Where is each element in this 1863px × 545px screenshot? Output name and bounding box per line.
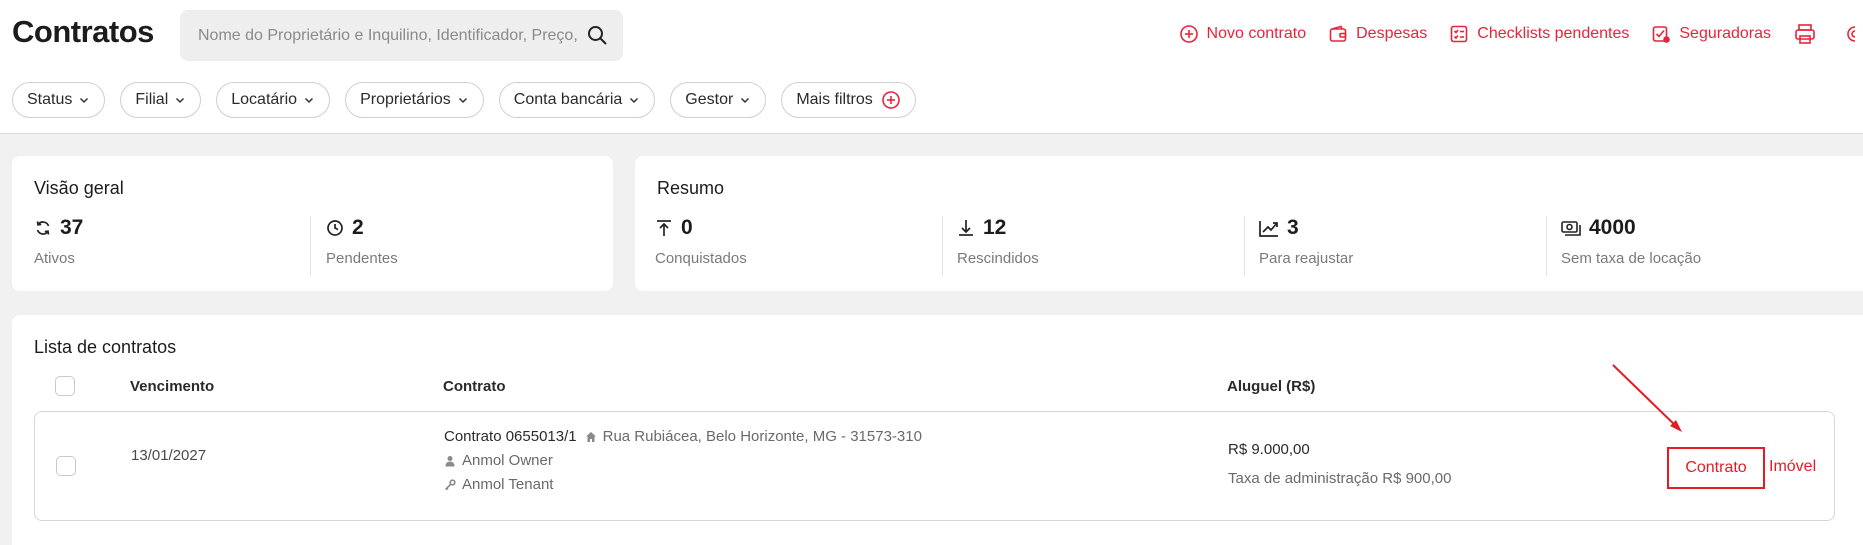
stat-label: Para reajustar xyxy=(1259,250,1354,267)
admin-fee: Taxa de administração R$ 900,00 xyxy=(1228,470,1452,487)
user-icon xyxy=(445,455,455,466)
key-icon xyxy=(444,478,456,490)
open-contract-button[interactable]: Contrato xyxy=(1667,447,1765,489)
new-contract-label: Novo contrato xyxy=(1206,25,1307,42)
more-filters-button[interactable]: Mais filtros xyxy=(781,82,916,118)
stat-label: Ativos xyxy=(34,250,75,267)
stat-label: Pendentes xyxy=(326,250,398,267)
divider xyxy=(942,216,943,276)
divider xyxy=(1546,216,1547,276)
filter-label: Filial xyxy=(135,91,169,108)
clock-icon xyxy=(327,220,343,236)
printer-icon xyxy=(1795,24,1815,44)
row-checkbox[interactable] xyxy=(56,456,76,476)
summary-title: Resumo xyxy=(657,178,725,198)
open-property-link[interactable]: Imóvel xyxy=(1769,458,1816,476)
checklist-icon xyxy=(1450,25,1468,43)
rent-amount: R$ 9.000,00 xyxy=(1228,441,1310,458)
shield-check-icon xyxy=(1653,26,1671,43)
chevron-down-icon xyxy=(741,97,750,104)
search-icon[interactable] xyxy=(585,23,609,47)
filter-label: Proprietários xyxy=(360,91,451,108)
divider xyxy=(1244,216,1245,276)
contract-id[interactable]: Contrato 0655013/1 xyxy=(444,428,577,445)
filter-bar: Status Filial Locatário Proprietários Co… xyxy=(12,82,931,118)
overview-card: Visão geral 37 Ativos 2 Pendentes xyxy=(12,156,613,291)
filter-branch[interactable]: Filial xyxy=(120,82,202,118)
pending-checklists-button[interactable]: Checklists pendentes xyxy=(1449,24,1629,44)
stat-no-rental-fee[interactable]: 4000 Sem taxa de locação xyxy=(1561,216,1701,267)
property-address: Rua Rubiácea, Belo Horizonte, MG - 31573… xyxy=(602,428,922,445)
header-actions: Novo contrato Despesas Checklists penden… xyxy=(1179,22,1863,46)
filter-label: Status xyxy=(27,91,73,108)
expenses-label: Despesas xyxy=(1356,25,1428,42)
wallet-icon xyxy=(1329,25,1347,42)
stat-value: 12 xyxy=(983,216,1007,239)
filter-status[interactable]: Status xyxy=(12,82,106,118)
pending-checklists-label: Checklists pendentes xyxy=(1477,25,1630,42)
overview-title: Visão geral xyxy=(34,178,124,198)
due-date: 13/01/2027 xyxy=(131,447,207,464)
stat-terminated[interactable]: 12 Rescindidos xyxy=(957,216,1039,267)
insurers-label: Seguradoras xyxy=(1679,25,1771,42)
owner-name: Anmol Owner xyxy=(462,452,553,469)
stat-value: 0 xyxy=(681,216,693,239)
filter-tenant[interactable]: Locatário xyxy=(216,82,331,118)
column-header-rent[interactable]: Aluguel (R$) xyxy=(1227,378,1315,395)
stat-active[interactable]: 37 Ativos xyxy=(34,216,83,267)
chevron-down-icon xyxy=(305,97,314,104)
stat-label: Sem taxa de locação xyxy=(1561,250,1702,267)
print-button[interactable] xyxy=(1793,22,1825,46)
trending-up-icon xyxy=(1259,221,1278,237)
insurers-button[interactable]: Seguradoras xyxy=(1651,24,1771,44)
page-title: Contratos xyxy=(12,14,154,49)
filter-label: Locatário xyxy=(231,91,298,108)
new-contract-button[interactable]: Novo contrato xyxy=(1179,24,1307,44)
stat-value: 3 xyxy=(1287,216,1299,239)
settings-button[interactable] xyxy=(1843,22,1863,46)
arrow-up-bar-icon xyxy=(657,220,671,236)
filter-label: Conta bancária xyxy=(513,91,623,108)
stat-won[interactable]: 0 Conquistados xyxy=(655,216,747,267)
refresh-icon xyxy=(36,221,50,235)
search-input[interactable] xyxy=(196,25,580,46)
filter-owners[interactable]: Proprietários xyxy=(345,82,484,118)
top-bar: Contratos Novo contrato Despesas Checkli… xyxy=(0,0,1863,134)
filter-label: Gestor xyxy=(685,91,734,108)
search-box[interactable] xyxy=(180,10,623,61)
divider xyxy=(310,216,311,276)
chevron-down-icon xyxy=(80,97,89,104)
contract-info: Contrato 0655013/1 Rua Rubiácea, Belo Ho… xyxy=(444,428,922,493)
chevron-down-icon xyxy=(176,97,185,104)
column-header-due-date[interactable]: Vencimento xyxy=(130,378,214,395)
table-row[interactable]: 13/01/2027 Contrato 0655013/1 Rua Rubiác… xyxy=(34,411,1835,521)
settings-icon xyxy=(1847,26,1855,42)
column-header-contract[interactable]: Contrato xyxy=(443,378,506,395)
chevron-down-icon xyxy=(630,97,639,104)
plus-circle-icon xyxy=(1179,25,1198,43)
stat-pending[interactable]: 2 Pendentes xyxy=(326,216,398,267)
plus-circle-icon xyxy=(881,91,900,109)
stat-value: 4000 xyxy=(1589,216,1636,239)
filter-bank-account[interactable]: Conta bancária xyxy=(498,82,656,118)
home-icon xyxy=(585,431,596,442)
filter-manager[interactable]: Gestor xyxy=(670,82,767,118)
stat-value: 2 xyxy=(352,216,364,239)
contracts-list-card: Lista de contratos Vencimento Contrato A… xyxy=(12,315,1863,545)
select-all-checkbox[interactable] xyxy=(55,376,75,396)
expenses-button[interactable]: Despesas xyxy=(1328,24,1427,44)
annotation-arrow-icon xyxy=(1612,364,1682,432)
cash-icon xyxy=(1561,221,1581,236)
filter-label: Mais filtros xyxy=(796,91,873,108)
chevron-down-icon xyxy=(458,97,467,104)
stat-to-adjust[interactable]: 3 Para reajustar xyxy=(1259,216,1353,267)
stat-value: 37 xyxy=(60,216,84,239)
stat-label: Rescindidos xyxy=(957,250,1039,267)
tenant-name: Anmol Tenant xyxy=(462,476,554,493)
arrow-down-bar-icon xyxy=(959,220,973,236)
list-title: Lista de contratos xyxy=(34,337,177,357)
stat-label: Conquistados xyxy=(655,250,747,267)
summary-card: Resumo 0 Conquistados 12 Rescindidos 3 P… xyxy=(635,156,1863,291)
